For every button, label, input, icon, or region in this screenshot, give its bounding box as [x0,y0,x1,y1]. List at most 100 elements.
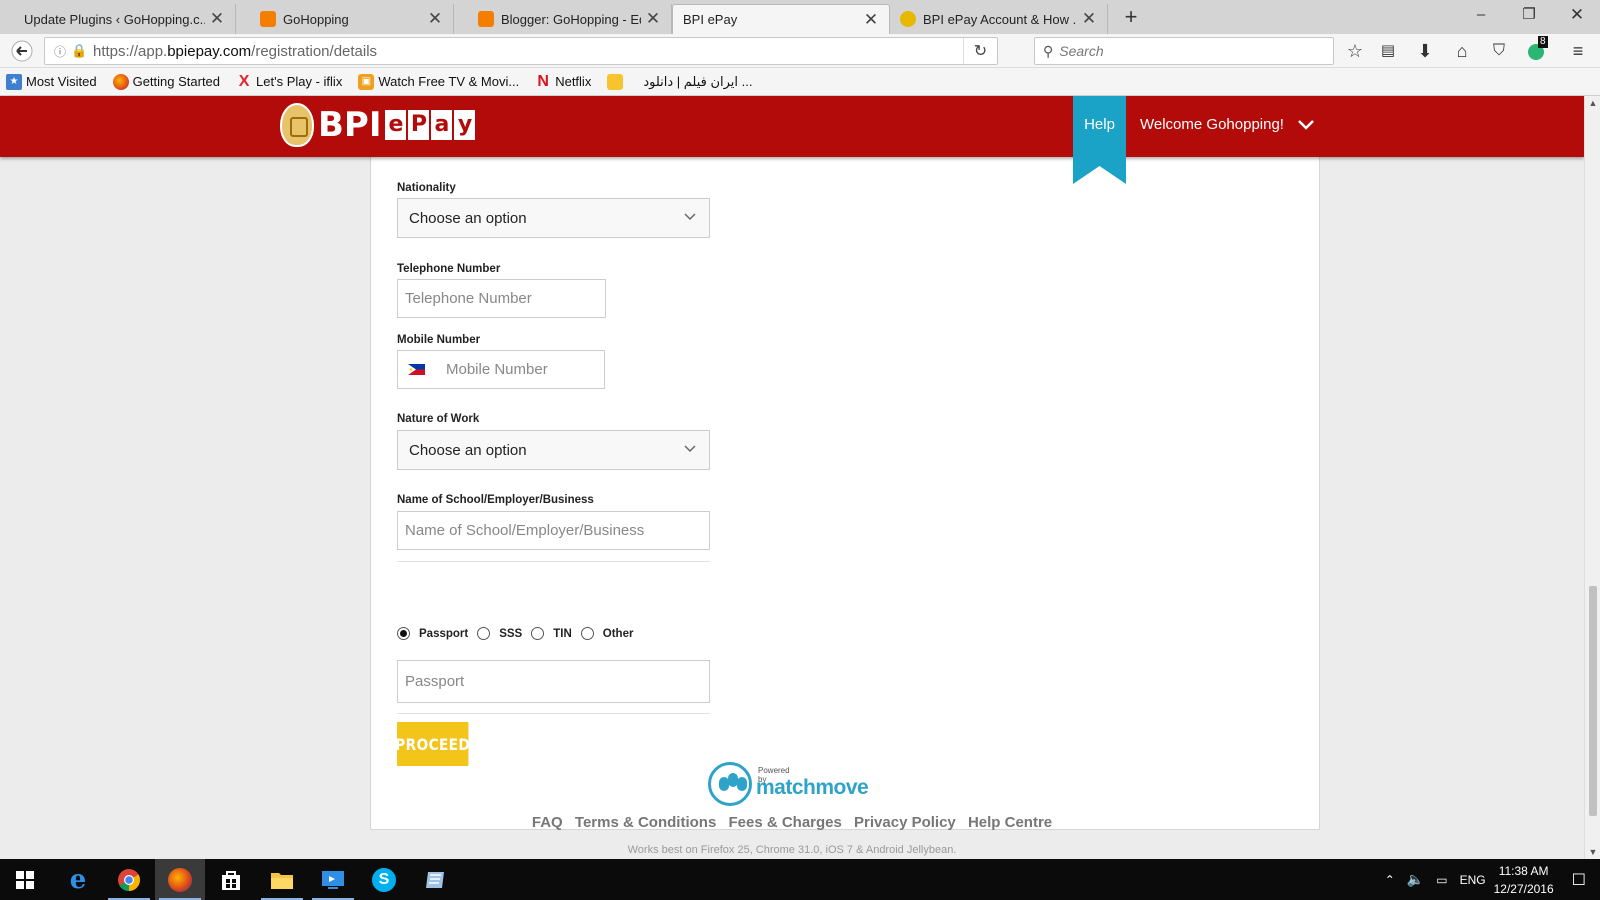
footer-link-faq[interactable]: FAQ [532,814,563,831]
radio-label[interactable]: Passport [419,628,468,640]
home-icon[interactable]: ⌂ [1448,40,1476,62]
info-icon[interactable]: ⓘ [49,43,71,60]
lock-icon[interactable]: 🔒 [71,43,87,59]
footer-link-terms[interactable]: Terms & Conditions [575,814,716,831]
bookmarks-bar: ★ Most Visited Getting Started X Let's P… [0,68,1600,96]
footer-link-help-centre[interactable]: Help Centre [968,814,1052,831]
bookmark-iflix[interactable]: X Let's Play - iflix [230,72,343,90]
firefox-icon [168,867,192,892]
user-menu[interactable]: Welcome Gohopping! [1140,116,1314,133]
tab-update-plugins[interactable]: Update Plugins ‹ GoHopping.c... ✕ [0,4,236,34]
telephone-input[interactable]: Telephone Number [397,279,606,318]
nationality-select[interactable]: Choose an option [397,198,710,238]
system-tray: ⌃ 🔈 ▭ ENG 11:38 AM 12/27/2016 ☐ [1385,859,1600,900]
close-icon[interactable]: ✕ [1077,9,1101,29]
logo-letter: e [385,110,407,140]
scroll-up-icon[interactable]: ▲ [1585,98,1600,108]
tab-bpi-epay-account[interactable]: BPI ePay Account & How ... ✕ [890,4,1108,34]
bookmark-watch-free-tv[interactable]: ▣ Watch Free TV & Movi... [352,73,520,90]
taskbar-remote-app[interactable] [308,859,358,900]
chevron-down-icon [1298,119,1314,130]
language-indicator[interactable]: ENG [1460,873,1486,887]
close-icon[interactable]: ✕ [859,10,883,30]
notifications-icon[interactable]: ☐ [1572,870,1586,890]
search-input[interactable]: ⚲ Search [1034,37,1334,65]
minimize-button[interactable]: – [1458,0,1504,30]
clock[interactable]: 11:38 AM 12/27/2016 [1494,862,1554,898]
bookmark-star-icon[interactable]: ☆ [1341,40,1369,62]
bookmark-label: ایران فیلم | دانلود ... [643,73,753,89]
philippines-flag-icon[interactable] [408,364,425,375]
bookmark-most-visited[interactable]: ★ Most Visited [0,73,97,90]
url-text[interactable]: https://app.bpiepay.com/registration/det… [93,43,377,60]
nationality-value: Choose an option [409,209,527,227]
url-prefix: https://app. [93,42,168,60]
employer-input[interactable]: Name of School/Employer/Business [397,511,710,550]
battery-icon[interactable]: ▭ [1436,873,1447,887]
page-viewport: BPI e P a y Welcome Gohopping! Help Nati… [0,96,1584,859]
taskbar-file-explorer[interactable] [257,859,307,900]
radio-other[interactable] [580,627,594,640]
iflix-icon: X [238,72,250,90]
proceed-button[interactable]: PROCEED [395,722,470,766]
radio-label[interactable]: SSS [499,628,522,640]
restore-button[interactable]: ❐ [1506,0,1552,30]
clock-time: 11:38 AM [1498,863,1549,878]
reading-list-icon[interactable]: ▤ [1374,40,1402,62]
firefox-icon [112,73,129,90]
menu-icon[interactable]: ≡ [1564,40,1592,62]
nature-of-work-select[interactable]: Choose an option [397,430,710,470]
footer-link-fees[interactable]: Fees & Charges [728,814,841,831]
nationality-label: Nationality [397,182,456,194]
radio-label[interactable]: TIN [553,628,572,640]
reload-icon[interactable]: ↻ [963,38,997,64]
tab-blogger[interactable]: Blogger: GoHopping - Edi... ✕ [454,4,672,34]
taskbar-store[interactable] [206,859,256,900]
radio-sss[interactable] [477,627,491,640]
bookmark-label: Watch Free TV & Movi... [378,74,520,89]
id-number-placeholder: Passport [405,673,465,690]
tab-title: GoHopping [283,11,349,27]
help-ribbon[interactable]: Help [1073,96,1126,184]
bpi-epay-logo[interactable]: BPI e P a y [280,102,477,148]
footer-link-privacy[interactable]: Privacy Policy [854,814,956,831]
mobile-label: Mobile Number [397,334,481,346]
page-scrollbar[interactable]: ▲ ▼ [1584,96,1600,859]
chevron-up-icon[interactable]: ⌃ [1385,873,1395,887]
new-tab-button[interactable]: + [1118,4,1144,30]
bookmark-getting-started[interactable]: Getting Started [107,73,221,90]
windows-taskbar: e S ⌃ 🔈 ▭ ENG 11:38 AM 12/27/2016 ☐ [0,859,1600,900]
bookmark-netflix[interactable]: N Netflix [529,73,591,90]
browser-tab-bar: Update Plugins ‹ GoHopping.c... ✕ GoHopp… [0,0,1600,34]
taskbar-edge[interactable]: e [53,859,103,900]
bookmark-label: Getting Started [132,74,221,89]
bookmark-iran-film[interactable]: ایران فیلم | دانلود ... [601,73,753,90]
volume-icon[interactable]: 🔈 [1407,871,1424,888]
matchmove-logo[interactable]: Powered by matchmove [708,760,869,808]
url-bar[interactable]: ⓘ 🔒 https://app.bpiepay.com/registration… [44,37,998,65]
window-close-button[interactable]: ✕ [1554,0,1600,30]
radio-passport[interactable] [397,627,410,640]
scrollbar-thumb[interactable] [1589,586,1597,816]
close-icon[interactable]: ✕ [423,9,447,29]
logo-letter: a [431,110,453,140]
extension-icon[interactable]: 8 [1522,36,1550,62]
taskbar-chrome[interactable] [104,859,154,900]
radio-tin[interactable] [531,627,545,640]
taskbar-firefox[interactable] [155,859,205,900]
pocket-icon[interactable]: ⛉ [1485,40,1513,62]
scroll-down-icon[interactable]: ▼ [1585,847,1600,857]
download-icon[interactable]: ⬇ [1411,40,1439,62]
taskbar-skype[interactable]: S [359,859,409,900]
close-icon[interactable]: ✕ [641,9,665,29]
start-button[interactable] [0,859,50,900]
id-number-input[interactable]: Passport [397,660,710,703]
tab-gohopping[interactable]: GoHopping ✕ [236,4,454,34]
browser-support-note: Works best on Firefox 25, Chrome 31.0, i… [627,844,957,856]
back-button[interactable] [6,38,38,64]
radio-label[interactable]: Other [603,628,634,640]
tab-bpi-epay[interactable]: BPI ePay ✕ [672,4,890,34]
taskbar-app[interactable] [410,859,460,900]
close-icon[interactable]: ✕ [205,9,229,29]
mobile-input[interactable]: Mobile Number [397,350,605,389]
